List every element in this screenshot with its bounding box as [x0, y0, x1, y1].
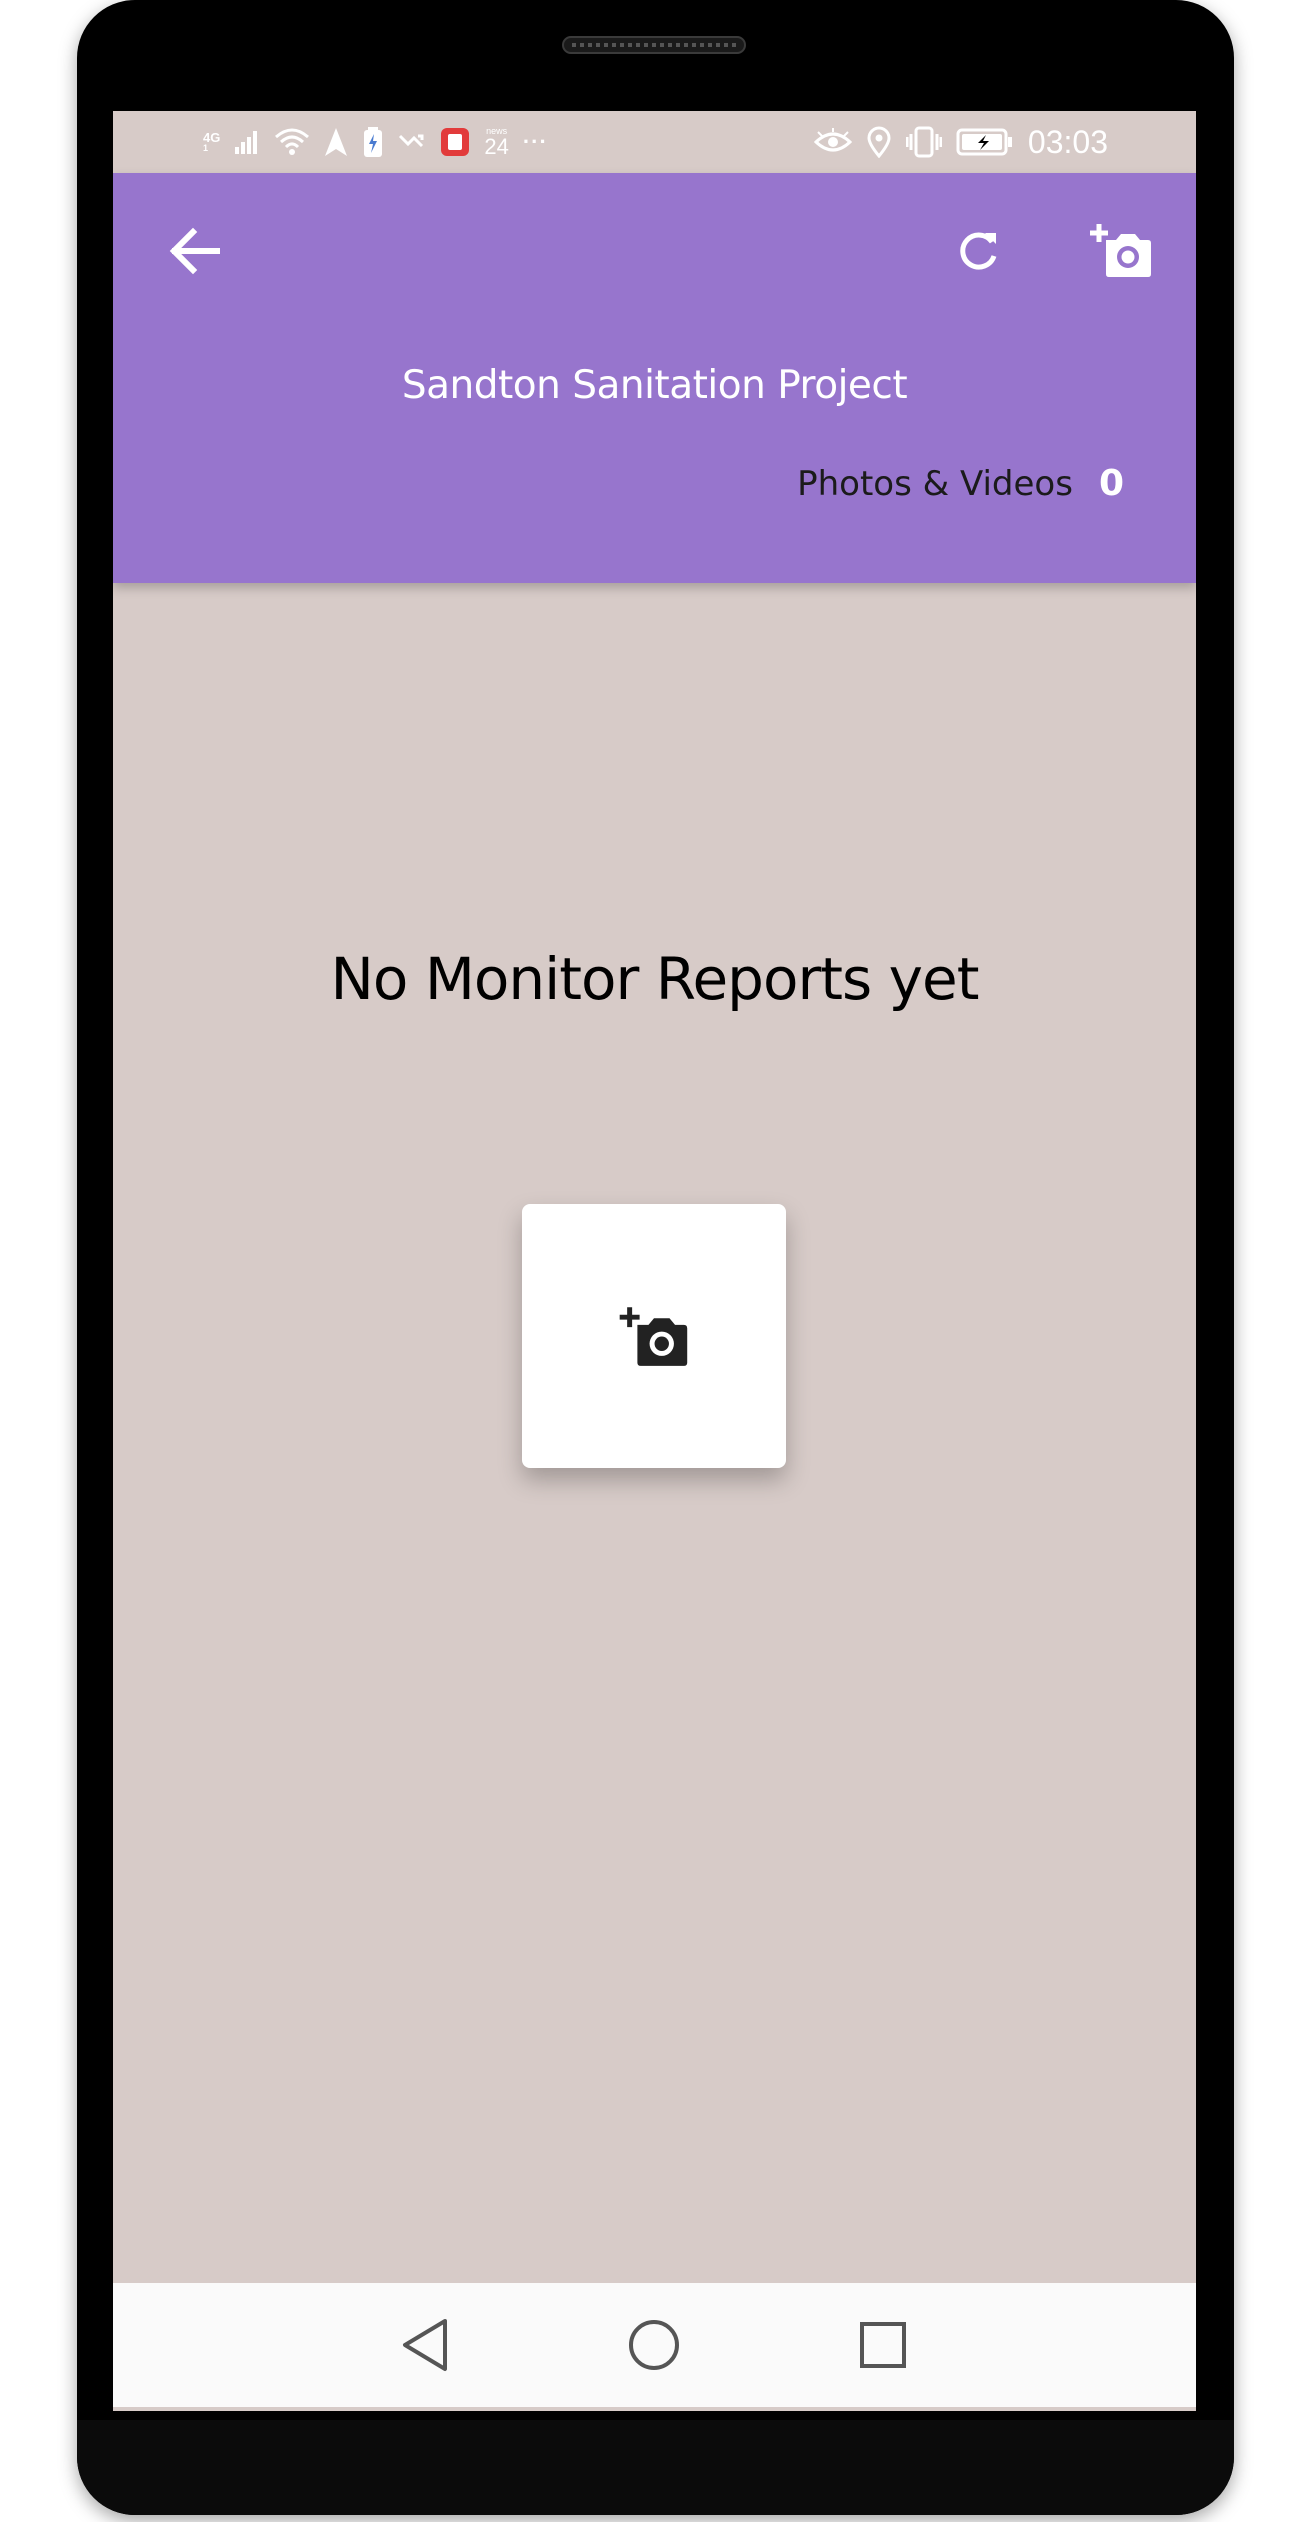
network-4g-icon: 4G 1 [203, 130, 221, 153]
eye-comfort-icon [813, 128, 852, 152]
add-a-photo-icon [1090, 224, 1151, 277]
nav-back-triangle-icon [403, 2319, 447, 2371]
status-bar: 4G 1 news 24 ··· 03:03 [113, 111, 1196, 173]
refresh-button[interactable] [948, 221, 1008, 281]
media-count: 0 [1098, 463, 1124, 504]
nav-home-circle-icon [629, 2320, 679, 2370]
add-photo-button[interactable] [1088, 217, 1154, 283]
back-button[interactable] [165, 221, 225, 281]
refresh-icon [960, 232, 997, 270]
location-pin-icon [867, 126, 891, 158]
nav-back-button[interactable] [393, 2313, 457, 2377]
add-monitor-report-button[interactable] [522, 1204, 786, 1468]
nav-recents-square-icon [860, 2322, 906, 2368]
app-header: Sandton Sanitation Project Photos & Vide… [113, 173, 1196, 583]
system-nav-bar [113, 2283, 1196, 2407]
media-label: Photos & Videos [797, 463, 1073, 504]
news24-icon: news 24 [484, 125, 509, 159]
battery-charging-icon [956, 128, 1012, 156]
more-dots-icon: ··· [522, 129, 548, 154]
notification-app-icon [441, 128, 470, 156]
arrow-back-icon [169, 227, 220, 275]
media-summary: Photos & Videos 0 [797, 463, 1124, 504]
add-a-photo-icon [619, 1307, 688, 1366]
status-bar-left: 4G 1 news 24 ··· [203, 111, 548, 173]
status-bar-right: 03:03 [813, 111, 1108, 173]
empty-state-message: No Monitor Reports yet [330, 945, 980, 1013]
clock-time: 03:03 [1027, 123, 1108, 160]
vibrate-icon [905, 126, 942, 158]
missed-call-icon [399, 134, 424, 148]
phone-frame-bottom [77, 2420, 1234, 2515]
project-title: Sandton Sanitation Project [401, 363, 908, 408]
wifi-icon [275, 128, 310, 155]
nav-home-button[interactable] [622, 2313, 686, 2377]
battery-saver-icon [364, 127, 383, 157]
location-arrow-icon [325, 128, 348, 156]
nav-recents-button[interactable] [851, 2313, 915, 2377]
signal-icon [235, 131, 258, 154]
phone-speaker [562, 36, 746, 54]
